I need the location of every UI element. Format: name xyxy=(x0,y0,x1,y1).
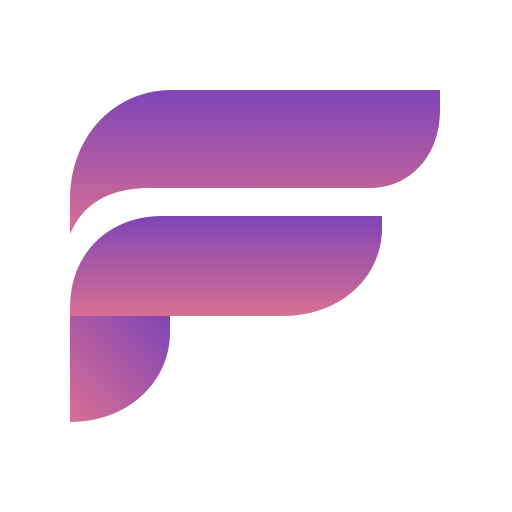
f-top-bar-shape xyxy=(70,90,440,234)
f-logo-icon xyxy=(70,90,440,422)
app-icon-canvas xyxy=(0,0,512,512)
f-stem-shape xyxy=(70,316,170,422)
f-middle-bar-shape xyxy=(70,216,382,316)
